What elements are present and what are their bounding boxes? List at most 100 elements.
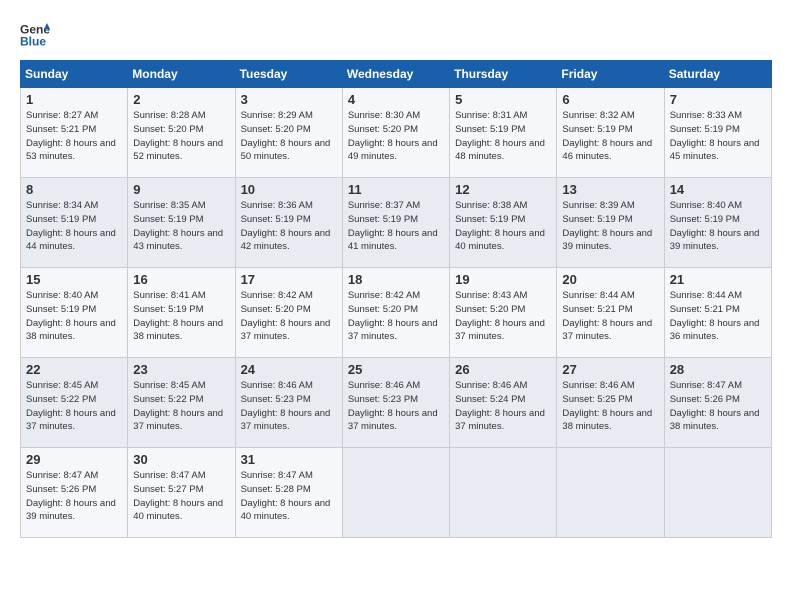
cell-content: Sunrise: 8:42 AMSunset: 5:20 PMDaylight:… <box>241 290 331 342</box>
day-number: 14 <box>670 182 766 197</box>
cell-content: Sunrise: 8:47 AMSunset: 5:26 PMDaylight:… <box>670 380 760 432</box>
cell-content: Sunrise: 8:47 AMSunset: 5:26 PMDaylight:… <box>26 470 116 522</box>
weekday-header-wednesday: Wednesday <box>342 61 449 88</box>
day-number: 31 <box>241 452 337 467</box>
calendar-cell: 12 Sunrise: 8:38 AMSunset: 5:19 PMDaylig… <box>450 178 557 268</box>
day-number: 8 <box>26 182 122 197</box>
calendar-cell: 15 Sunrise: 8:40 AMSunset: 5:19 PMDaylig… <box>21 268 128 358</box>
cell-content: Sunrise: 8:31 AMSunset: 5:19 PMDaylight:… <box>455 110 545 162</box>
calendar-cell: 3 Sunrise: 8:29 AMSunset: 5:20 PMDayligh… <box>235 88 342 178</box>
day-number: 4 <box>348 92 444 107</box>
cell-content: Sunrise: 8:44 AMSunset: 5:21 PMDaylight:… <box>670 290 760 342</box>
calendar-cell: 5 Sunrise: 8:31 AMSunset: 5:19 PMDayligh… <box>450 88 557 178</box>
cell-content: Sunrise: 8:30 AMSunset: 5:20 PMDaylight:… <box>348 110 438 162</box>
calendar-cell <box>450 448 557 538</box>
calendar-cell: 30 Sunrise: 8:47 AMSunset: 5:27 PMDaylig… <box>128 448 235 538</box>
weekday-header-saturday: Saturday <box>664 61 771 88</box>
day-number: 2 <box>133 92 229 107</box>
calendar-cell: 14 Sunrise: 8:40 AMSunset: 5:19 PMDaylig… <box>664 178 771 268</box>
calendar-cell <box>342 448 449 538</box>
day-number: 13 <box>562 182 658 197</box>
calendar-cell: 9 Sunrise: 8:35 AMSunset: 5:19 PMDayligh… <box>128 178 235 268</box>
cell-content: Sunrise: 8:45 AMSunset: 5:22 PMDaylight:… <box>133 380 223 432</box>
calendar-cell: 19 Sunrise: 8:43 AMSunset: 5:20 PMDaylig… <box>450 268 557 358</box>
calendar-cell: 22 Sunrise: 8:45 AMSunset: 5:22 PMDaylig… <box>21 358 128 448</box>
cell-content: Sunrise: 8:46 AMSunset: 5:23 PMDaylight:… <box>348 380 438 432</box>
weekday-header-sunday: Sunday <box>21 61 128 88</box>
logo-icon: General Blue <box>20 20 50 50</box>
cell-content: Sunrise: 8:38 AMSunset: 5:19 PMDaylight:… <box>455 200 545 252</box>
weekday-header-monday: Monday <box>128 61 235 88</box>
cell-content: Sunrise: 8:40 AMSunset: 5:19 PMDaylight:… <box>26 290 116 342</box>
day-number: 18 <box>348 272 444 287</box>
cell-content: Sunrise: 8:34 AMSunset: 5:19 PMDaylight:… <box>26 200 116 252</box>
cell-content: Sunrise: 8:45 AMSunset: 5:22 PMDaylight:… <box>26 380 116 432</box>
page-header: General Blue <box>20 20 772 50</box>
day-number: 15 <box>26 272 122 287</box>
calendar-cell: 20 Sunrise: 8:44 AMSunset: 5:21 PMDaylig… <box>557 268 664 358</box>
calendar-cell: 13 Sunrise: 8:39 AMSunset: 5:19 PMDaylig… <box>557 178 664 268</box>
day-number: 21 <box>670 272 766 287</box>
cell-content: Sunrise: 8:33 AMSunset: 5:19 PMDaylight:… <box>670 110 760 162</box>
cell-content: Sunrise: 8:44 AMSunset: 5:21 PMDaylight:… <box>562 290 652 342</box>
day-number: 9 <box>133 182 229 197</box>
cell-content: Sunrise: 8:41 AMSunset: 5:19 PMDaylight:… <box>133 290 223 342</box>
day-number: 22 <box>26 362 122 377</box>
calendar-cell: 28 Sunrise: 8:47 AMSunset: 5:26 PMDaylig… <box>664 358 771 448</box>
calendar-cell: 31 Sunrise: 8:47 AMSunset: 5:28 PMDaylig… <box>235 448 342 538</box>
day-number: 29 <box>26 452 122 467</box>
cell-content: Sunrise: 8:46 AMSunset: 5:23 PMDaylight:… <box>241 380 331 432</box>
cell-content: Sunrise: 8:37 AMSunset: 5:19 PMDaylight:… <box>348 200 438 252</box>
cell-content: Sunrise: 8:27 AMSunset: 5:21 PMDaylight:… <box>26 110 116 162</box>
calendar-cell: 4 Sunrise: 8:30 AMSunset: 5:20 PMDayligh… <box>342 88 449 178</box>
cell-content: Sunrise: 8:35 AMSunset: 5:19 PMDaylight:… <box>133 200 223 252</box>
calendar-cell: 17 Sunrise: 8:42 AMSunset: 5:20 PMDaylig… <box>235 268 342 358</box>
cell-content: Sunrise: 8:29 AMSunset: 5:20 PMDaylight:… <box>241 110 331 162</box>
day-number: 23 <box>133 362 229 377</box>
calendar-cell: 6 Sunrise: 8:32 AMSunset: 5:19 PMDayligh… <box>557 88 664 178</box>
weekday-header-friday: Friday <box>557 61 664 88</box>
weekday-header-tuesday: Tuesday <box>235 61 342 88</box>
day-number: 25 <box>348 362 444 377</box>
calendar-cell: 26 Sunrise: 8:46 AMSunset: 5:24 PMDaylig… <box>450 358 557 448</box>
calendar-cell <box>557 448 664 538</box>
calendar-cell: 16 Sunrise: 8:41 AMSunset: 5:19 PMDaylig… <box>128 268 235 358</box>
day-number: 16 <box>133 272 229 287</box>
cell-content: Sunrise: 8:46 AMSunset: 5:24 PMDaylight:… <box>455 380 545 432</box>
day-number: 5 <box>455 92 551 107</box>
calendar-cell: 27 Sunrise: 8:46 AMSunset: 5:25 PMDaylig… <box>557 358 664 448</box>
cell-content: Sunrise: 8:39 AMSunset: 5:19 PMDaylight:… <box>562 200 652 252</box>
calendar-cell: 8 Sunrise: 8:34 AMSunset: 5:19 PMDayligh… <box>21 178 128 268</box>
calendar-cell: 2 Sunrise: 8:28 AMSunset: 5:20 PMDayligh… <box>128 88 235 178</box>
svg-text:Blue: Blue <box>20 35 46 49</box>
day-number: 30 <box>133 452 229 467</box>
calendar-cell: 24 Sunrise: 8:46 AMSunset: 5:23 PMDaylig… <box>235 358 342 448</box>
day-number: 17 <box>241 272 337 287</box>
calendar-cell: 23 Sunrise: 8:45 AMSunset: 5:22 PMDaylig… <box>128 358 235 448</box>
weekday-header-thursday: Thursday <box>450 61 557 88</box>
calendar-cell: 25 Sunrise: 8:46 AMSunset: 5:23 PMDaylig… <box>342 358 449 448</box>
calendar-cell: 29 Sunrise: 8:47 AMSunset: 5:26 PMDaylig… <box>21 448 128 538</box>
cell-content: Sunrise: 8:47 AMSunset: 5:28 PMDaylight:… <box>241 470 331 522</box>
day-number: 28 <box>670 362 766 377</box>
day-number: 19 <box>455 272 551 287</box>
calendar-table: SundayMondayTuesdayWednesdayThursdayFrid… <box>20 60 772 538</box>
day-number: 27 <box>562 362 658 377</box>
cell-content: Sunrise: 8:32 AMSunset: 5:19 PMDaylight:… <box>562 110 652 162</box>
cell-content: Sunrise: 8:47 AMSunset: 5:27 PMDaylight:… <box>133 470 223 522</box>
day-number: 26 <box>455 362 551 377</box>
day-number: 3 <box>241 92 337 107</box>
day-number: 11 <box>348 182 444 197</box>
day-number: 10 <box>241 182 337 197</box>
cell-content: Sunrise: 8:40 AMSunset: 5:19 PMDaylight:… <box>670 200 760 252</box>
day-number: 12 <box>455 182 551 197</box>
calendar-cell: 18 Sunrise: 8:42 AMSunset: 5:20 PMDaylig… <box>342 268 449 358</box>
day-number: 7 <box>670 92 766 107</box>
day-number: 6 <box>562 92 658 107</box>
calendar-cell: 1 Sunrise: 8:27 AMSunset: 5:21 PMDayligh… <box>21 88 128 178</box>
day-number: 1 <box>26 92 122 107</box>
calendar-cell: 7 Sunrise: 8:33 AMSunset: 5:19 PMDayligh… <box>664 88 771 178</box>
calendar-cell <box>664 448 771 538</box>
calendar-cell: 11 Sunrise: 8:37 AMSunset: 5:19 PMDaylig… <box>342 178 449 268</box>
calendar-cell: 10 Sunrise: 8:36 AMSunset: 5:19 PMDaylig… <box>235 178 342 268</box>
